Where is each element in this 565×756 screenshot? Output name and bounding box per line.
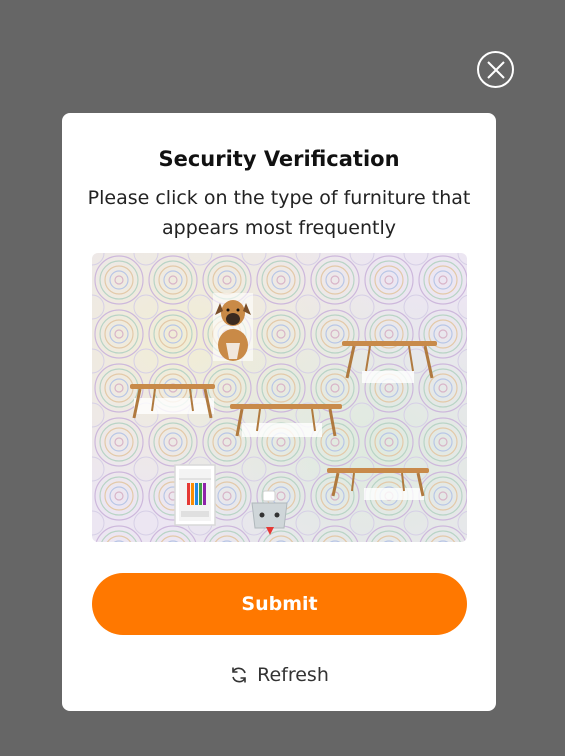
refresh-button[interactable]: Refresh [62,660,496,690]
close-button[interactable] [477,51,514,88]
dialog-title: Security Verification [158,147,400,171]
instruction-text: Please click on the type of furniture th… [87,187,471,239]
puzzle-shelf-image [174,464,216,526]
verification-dialog: Security Verification Please click on th… [62,113,496,711]
captcha-image[interactable] [92,253,467,542]
refresh-label: Refresh [257,664,329,686]
puzzle-dog-image [213,293,253,361]
refresh-icon [232,667,246,683]
close-icon [486,60,505,79]
submit-button[interactable]: Submit [92,573,467,635]
